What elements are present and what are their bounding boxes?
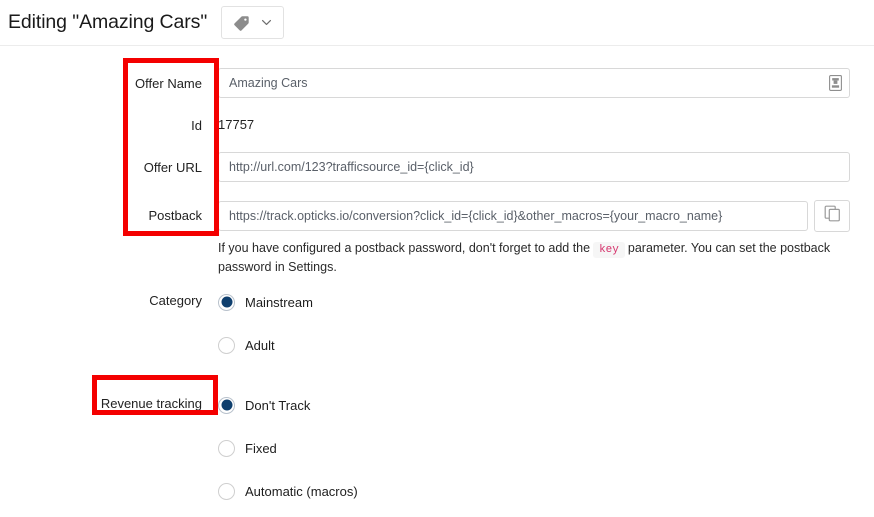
revenue-option-label: Don't Track <box>245 397 311 413</box>
form-row-revenue-tracking: Revenue tracking Don't Track Fixed Autom… <box>0 395 874 501</box>
radio-mark-icon <box>218 482 235 500</box>
offer-url-label: Offer URL <box>143 160 202 175</box>
radio-mark-icon <box>218 293 235 311</box>
revenue-option-label: Fixed <box>245 440 277 456</box>
category-option-mainstream[interactable]: Mainstream <box>218 292 858 312</box>
revenue-option-dont-track[interactable]: Don't Track <box>218 395 858 415</box>
id-value: 17757 <box>218 117 255 132</box>
tag-icon <box>232 13 252 33</box>
postback-helper-text: If you have configured a postback passwo… <box>218 240 858 276</box>
radio-mark-icon <box>218 336 235 354</box>
form-row-postback: Postback If you have configured a postba… <box>0 200 874 276</box>
revenue-option-automatic-macros[interactable]: Automatic (macros) <box>218 481 858 501</box>
copy-icon <box>824 205 841 227</box>
helper-key-code: key <box>593 242 625 258</box>
postback-input-group <box>218 200 858 232</box>
category-option-label: Mainstream <box>245 294 313 310</box>
category-label: Category <box>149 293 202 308</box>
offer-name-input-wrap <box>218 68 850 98</box>
offer-url-input-wrap <box>218 152 850 182</box>
helper-text-part-1: If you have configured a postback passwo… <box>218 241 591 255</box>
offer-name-label: Offer Name <box>135 76 202 91</box>
revenue-option-fixed[interactable]: Fixed <box>218 438 858 458</box>
offer-name-input[interactable] <box>218 68 850 98</box>
offer-edit-form: Offer Name Id 17757 Offer URL <box>0 46 874 501</box>
tag-dropdown-button[interactable] <box>221 6 285 39</box>
form-row-category: Category Mainstream Adult <box>0 292 874 355</box>
copy-postback-button[interactable] <box>814 200 850 232</box>
id-label: Id <box>191 118 202 133</box>
offer-url-input[interactable] <box>218 152 850 182</box>
page-title: Editing "Amazing Cars" <box>8 11 208 33</box>
category-option-label: Adult <box>245 337 275 353</box>
form-row-offer-name: Offer Name <box>0 68 874 98</box>
category-option-adult[interactable]: Adult <box>218 335 858 355</box>
chevron-down-icon <box>260 16 273 29</box>
radio-mark-icon <box>218 439 235 457</box>
revenue-tracking-label: Revenue tracking <box>100 396 202 411</box>
revenue-option-label: Automatic (macros) <box>245 483 358 499</box>
radio-mark-icon <box>218 396 235 414</box>
postback-input[interactable] <box>218 201 808 231</box>
form-row-offer-url: Offer URL <box>0 152 874 182</box>
postback-label: Postback <box>148 208 202 223</box>
character-picker-icon[interactable] <box>829 75 842 91</box>
form-row-id: Id 17757 <box>0 110 874 140</box>
page-header: Editing "Amazing Cars" <box>0 0 874 45</box>
